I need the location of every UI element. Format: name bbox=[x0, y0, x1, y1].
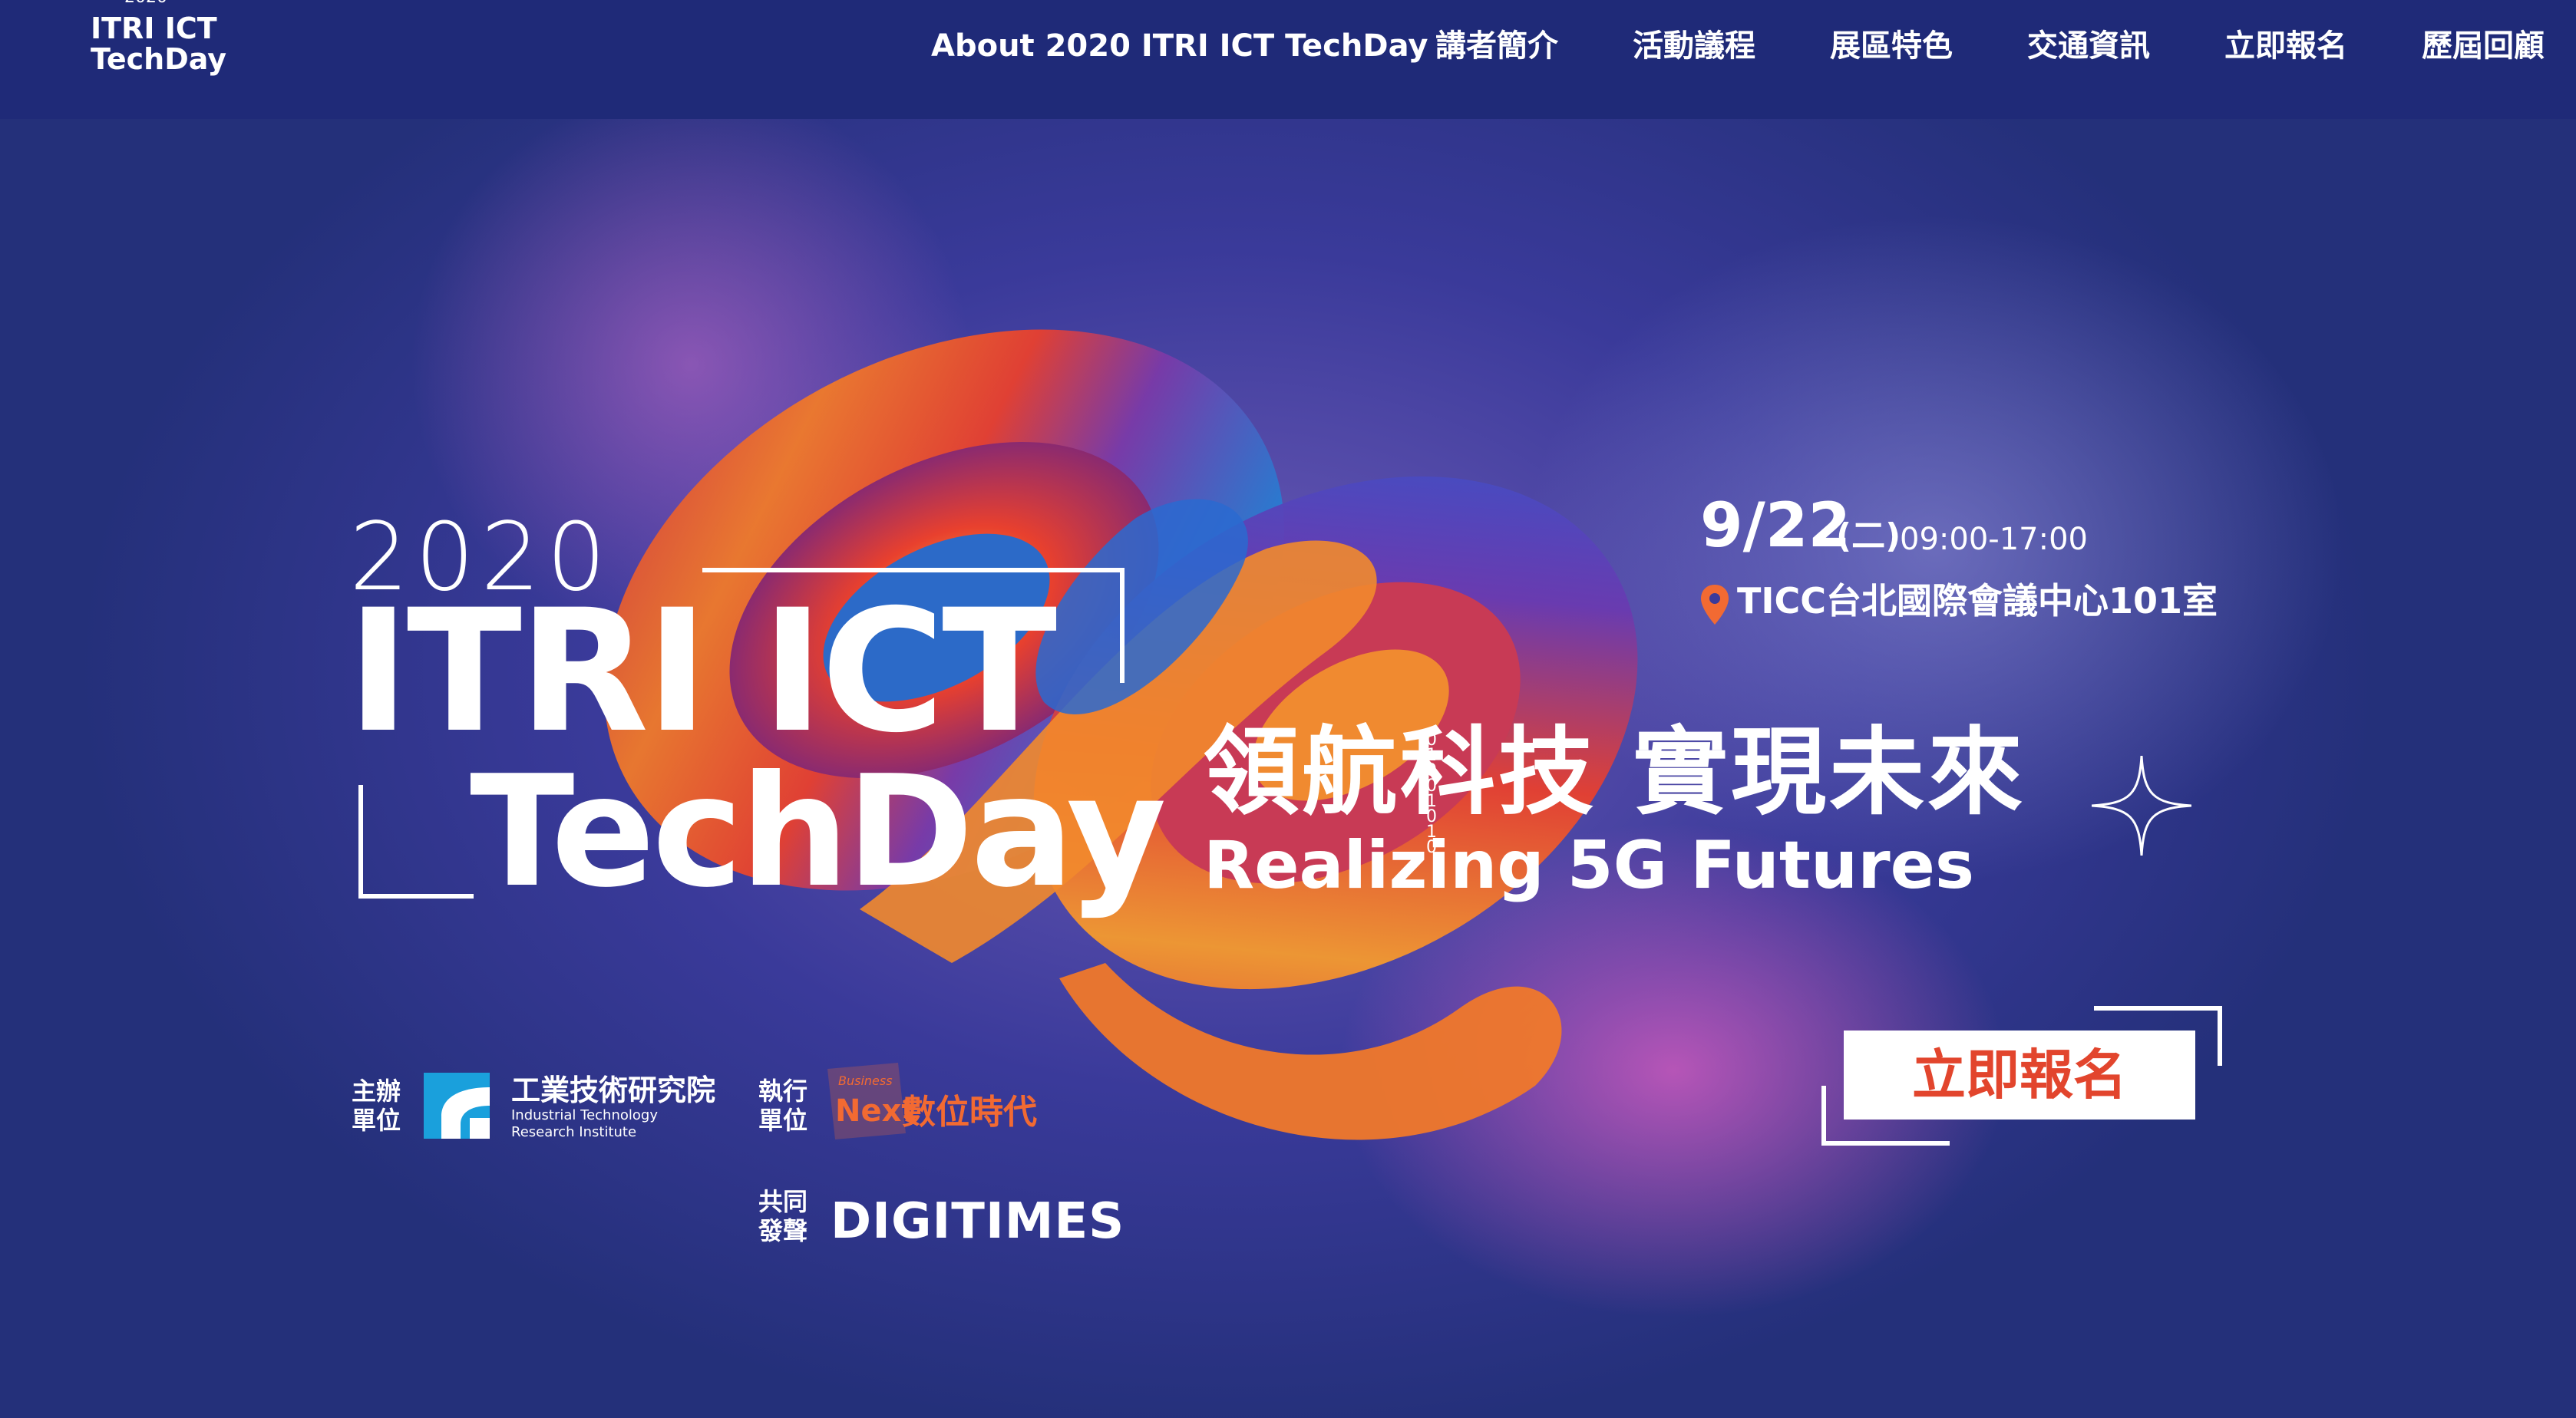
nav-item-transport[interactable]: 交通資訊 bbox=[2027, 23, 2150, 69]
host-name-zh: 工業技術研究院 bbox=[511, 1073, 716, 1107]
top-navigation-bar: 2020 ITRI ICT TechDay About 2020 ITRI IC… bbox=[0, 0, 2576, 119]
itri-logo-icon bbox=[424, 1073, 490, 1139]
nav-item-agenda[interactable]: 活動議程 bbox=[1633, 23, 1755, 69]
host-label: 主辦 單位 bbox=[352, 1077, 401, 1135]
exec-name-zh: 數位時代 bbox=[902, 1093, 1037, 1132]
slogan-chinese: 領航科技 實現未來 bbox=[1204, 717, 2026, 828]
map-pin-icon bbox=[1701, 585, 1729, 625]
co-organizer-digitimes: DIGITIMES bbox=[831, 1193, 1125, 1250]
exec-label: 執行 單位 bbox=[758, 1077, 808, 1135]
co-label: 共同 發聲 bbox=[758, 1187, 808, 1245]
hero-banner: 2020 ITRI ICT TechDay 領航科技 實現未來 01001010… bbox=[0, 119, 2576, 1418]
nav-item-register[interactable]: 立即報名 bbox=[2224, 23, 2347, 69]
register-now-button[interactable]: 立即報名 bbox=[1844, 1031, 2195, 1120]
event-time: 09:00-17:00 bbox=[1900, 522, 2088, 557]
exec-business-text: Business bbox=[838, 1073, 893, 1088]
slogan-english: Realizing 5G Futures bbox=[1204, 827, 1975, 904]
nav-item-exhibition[interactable]: 展區特色 bbox=[1830, 23, 1953, 69]
event-title-line1: ITRI ICT bbox=[347, 573, 1057, 770]
nav-item-speakers[interactable]: 講者簡介 bbox=[1435, 23, 1558, 69]
event-weekday: (二) bbox=[1836, 516, 1901, 556]
event-date: 9/22 bbox=[1700, 490, 1851, 561]
nav-item-about[interactable]: About 2020 ITRI ICT TechDay bbox=[931, 23, 1428, 69]
event-title-line2: TechDay bbox=[470, 743, 1167, 922]
host-name-en: Industrial Technology Research Institute bbox=[511, 1107, 658, 1140]
sparkle-star-icon bbox=[2092, 756, 2191, 856]
event-venue: TICC台北國際會議中心101室 bbox=[1737, 580, 2218, 622]
nav-item-history[interactable]: 歷屆回顧 bbox=[2422, 23, 2545, 69]
logo-year: 2020 bbox=[124, 0, 167, 6]
main-nav: About 2020 ITRI ICT TechDay 講者簡介 活動議程 展區… bbox=[0, 23, 2576, 69]
